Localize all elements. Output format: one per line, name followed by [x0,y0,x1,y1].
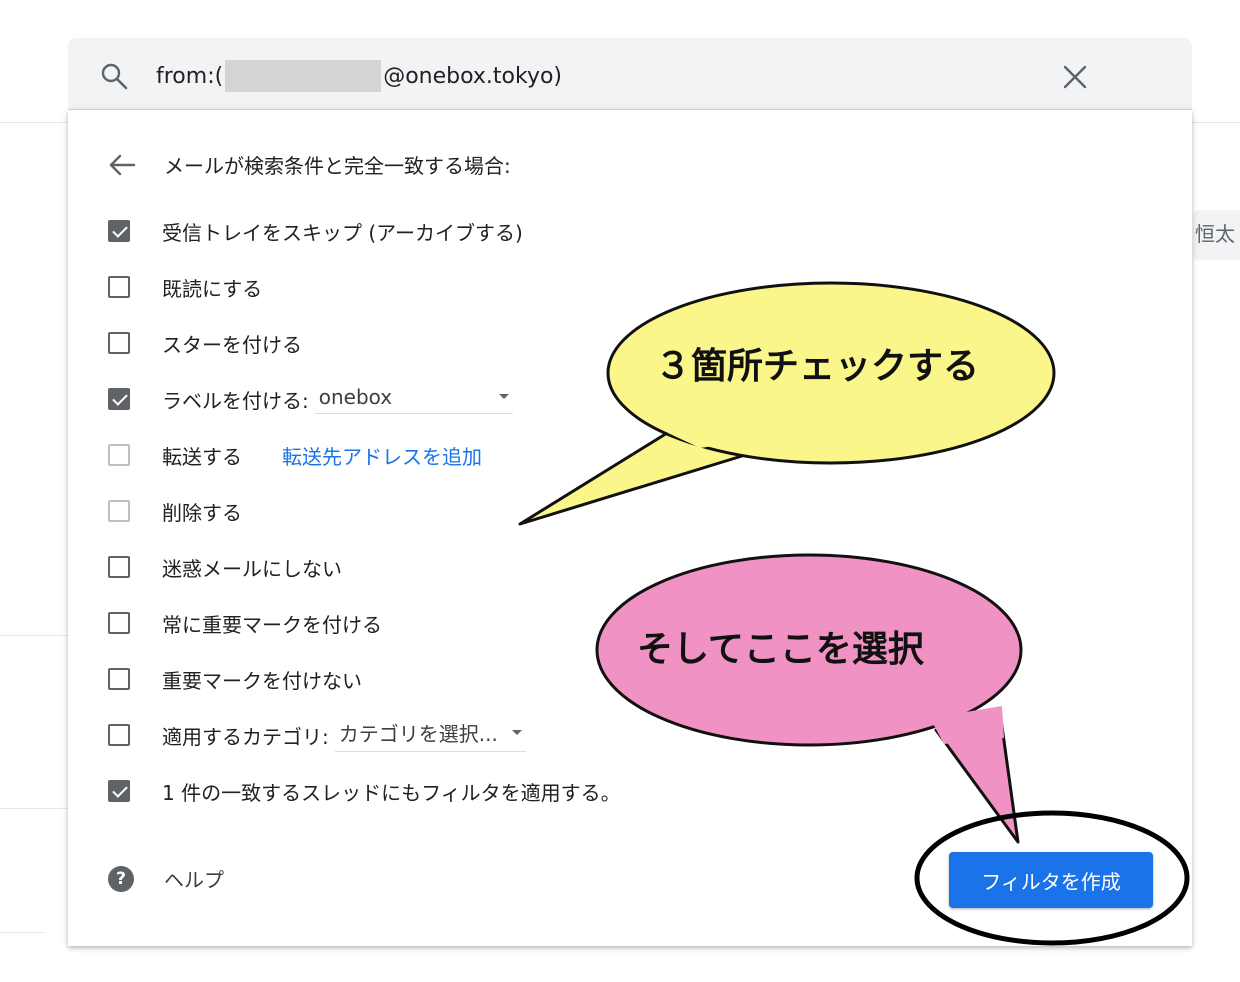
create-filter-button[interactable]: フィルタを作成 [949,852,1153,908]
option-mark-read[interactable]: 既読にする [108,271,262,303]
help-label: ヘルプ [164,868,224,892]
checkbox-category[interactable] [108,724,130,746]
option-apply-existing[interactable]: 1 件の一致するスレッドにもフィルタを適用する。 [108,775,621,807]
back-row: メールが検索条件と完全一致する場合: [108,150,511,179]
option-label: 削除する [162,500,242,525]
label-select[interactable]: onebox [314,384,513,414]
background-divider [0,635,70,636]
checkbox-forward[interactable] [108,444,130,466]
help-link[interactable]: ? ヘルプ [108,864,224,893]
option-label: 重要マークを付けない [162,668,362,693]
add-forwarding-address-link[interactable]: 転送先アドレスを追加 [282,441,482,470]
search-bar[interactable]: from:( @onebox.tokyo) [68,38,1192,110]
background-divider [0,122,70,123]
option-always-important[interactable]: 常に重要マークを付ける [108,607,382,639]
option-skip-inbox[interactable]: 受信トレイをスキップ (アーカイブする) [108,215,523,247]
option-label: 受信トレイをスキップ (アーカイブする) [162,220,523,245]
redacted-address [225,60,382,92]
option-label: 1 件の一致するスレッドにもフィルタを適用する。 [162,780,621,805]
label-select-value: onebox [318,384,393,409]
dropdown-caret-icon [511,730,522,735]
background-divider [0,808,70,809]
search-query-suffix: @onebox.tokyo) [383,63,563,89]
option-never-important[interactable]: 重要マークを付けない [108,663,362,695]
filter-options-panel: メールが検索条件と完全一致する場合: 受信トレイをスキップ (アーカイブする) … [68,110,1192,946]
checkbox-star[interactable] [108,332,130,354]
category-select-value: カテゴリを選択... [338,722,498,746]
background-sender-name: 恒太 [1193,210,1240,260]
checkbox-always-important[interactable] [108,612,130,634]
checkbox-never-spam[interactable] [108,556,130,578]
option-forward[interactable]: 転送する 転送先アドレスを追加 [108,439,482,471]
search-icon[interactable] [100,62,128,90]
option-label: 適用するカテゴリ: [162,724,329,749]
checkbox-delete[interactable] [108,500,130,522]
yellow-bubble-text: ３箇所チェックする [655,346,980,387]
checkbox-never-important[interactable] [108,668,130,690]
search-query-prefix: from:( [156,63,224,89]
search-input[interactable]: from:( @onebox.tokyo) [156,60,562,92]
criteria-label: メールが検索条件と完全一致する場合: [164,154,511,178]
close-icon[interactable] [1062,64,1088,90]
option-label: ラベルを付ける: [162,388,309,413]
checkbox-mark-read[interactable] [108,276,130,298]
option-label: 既読にする [162,276,263,301]
option-label: 転送する [162,444,242,469]
category-select[interactable]: カテゴリを選択... [334,718,526,752]
help-icon: ? [108,865,134,892]
dropdown-caret-icon [498,394,509,399]
background-divider [0,932,44,933]
checkbox-skip-inbox[interactable] [108,220,130,242]
checkbox-apply-label[interactable] [108,388,130,410]
option-label: スターを付ける [162,332,302,357]
option-never-spam[interactable]: 迷惑メールにしない [108,551,342,583]
option-label: 常に重要マークを付ける [162,612,382,637]
checkbox-apply-existing[interactable] [108,780,130,802]
option-category[interactable]: 適用するカテゴリ: カテゴリを選択... [108,718,526,752]
option-label: 迷惑メールにしない [162,556,342,581]
option-star[interactable]: スターを付ける [108,327,302,359]
background-divider [1192,122,1240,123]
option-apply-label[interactable]: ラベルを付ける: onebox [108,383,513,415]
back-arrow-icon[interactable] [108,153,136,177]
option-delete[interactable]: 削除する [108,495,242,527]
pink-bubble-text: そしてここを選択 [637,629,924,670]
